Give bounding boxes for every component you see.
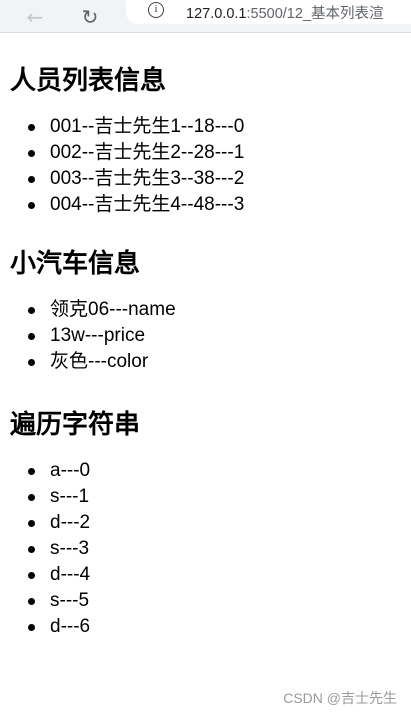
csdn-watermark: CSDN @吉士先生 [283,690,397,706]
car-info-item: 13w---price [28,323,411,349]
site-info-icon[interactable]: i [148,2,164,18]
string-char-item: d---4 [28,562,411,588]
string-char-list: a---0 s---1 d---2 s---3 d---4 s---5 d---… [10,458,411,640]
string-char-item: s---1 [28,484,411,510]
person-list-item: 004--吉士先生4--48---3 [28,192,411,218]
car-info-item: 灰色---color [28,349,411,375]
string-char-item: a---0 [28,458,411,484]
string-char-item: d---6 [28,614,411,640]
url-path: :5500/12_基本列表渲 [246,6,384,22]
address-bar[interactable]: i 127.0.0.1:5500/12_基本列表渲 [126,0,411,24]
url-text: 127.0.0.1:5500/12_基本列表渲 [186,2,384,23]
reload-icon[interactable]: ↻ [77,4,103,30]
person-list-item: 001--吉士先生1--18---0 [28,114,411,140]
back-arrow-icon[interactable]: ← [22,4,48,30]
person-list-heading: 人员列表信息 [10,66,167,96]
page-content: 人员列表信息 001--吉士先生1--18---0 002--吉士先生2--28… [0,33,411,640]
string-iter-heading: 遍历字符串 [10,410,141,440]
person-list: 001--吉士先生1--18---0 002--吉士先生2--28---1 00… [10,114,411,218]
browser-toolbar: ← ↻ i 127.0.0.1:5500/12_基本列表渲 [0,0,411,33]
car-info-item: 领克06---name [28,297,411,323]
string-char-item: s---5 [28,588,411,614]
url-host: 127.0.0.1 [186,6,247,22]
string-char-item: d---2 [28,510,411,536]
car-info-heading: 小汽车信息 [10,249,141,279]
car-info-list: 领克06---name 13w---price 灰色---color [10,297,411,375]
person-list-item: 002--吉士先生2--28---1 [28,140,411,166]
string-char-item: s---3 [28,536,411,562]
person-list-item: 003--吉士先生3--38---2 [28,166,411,192]
